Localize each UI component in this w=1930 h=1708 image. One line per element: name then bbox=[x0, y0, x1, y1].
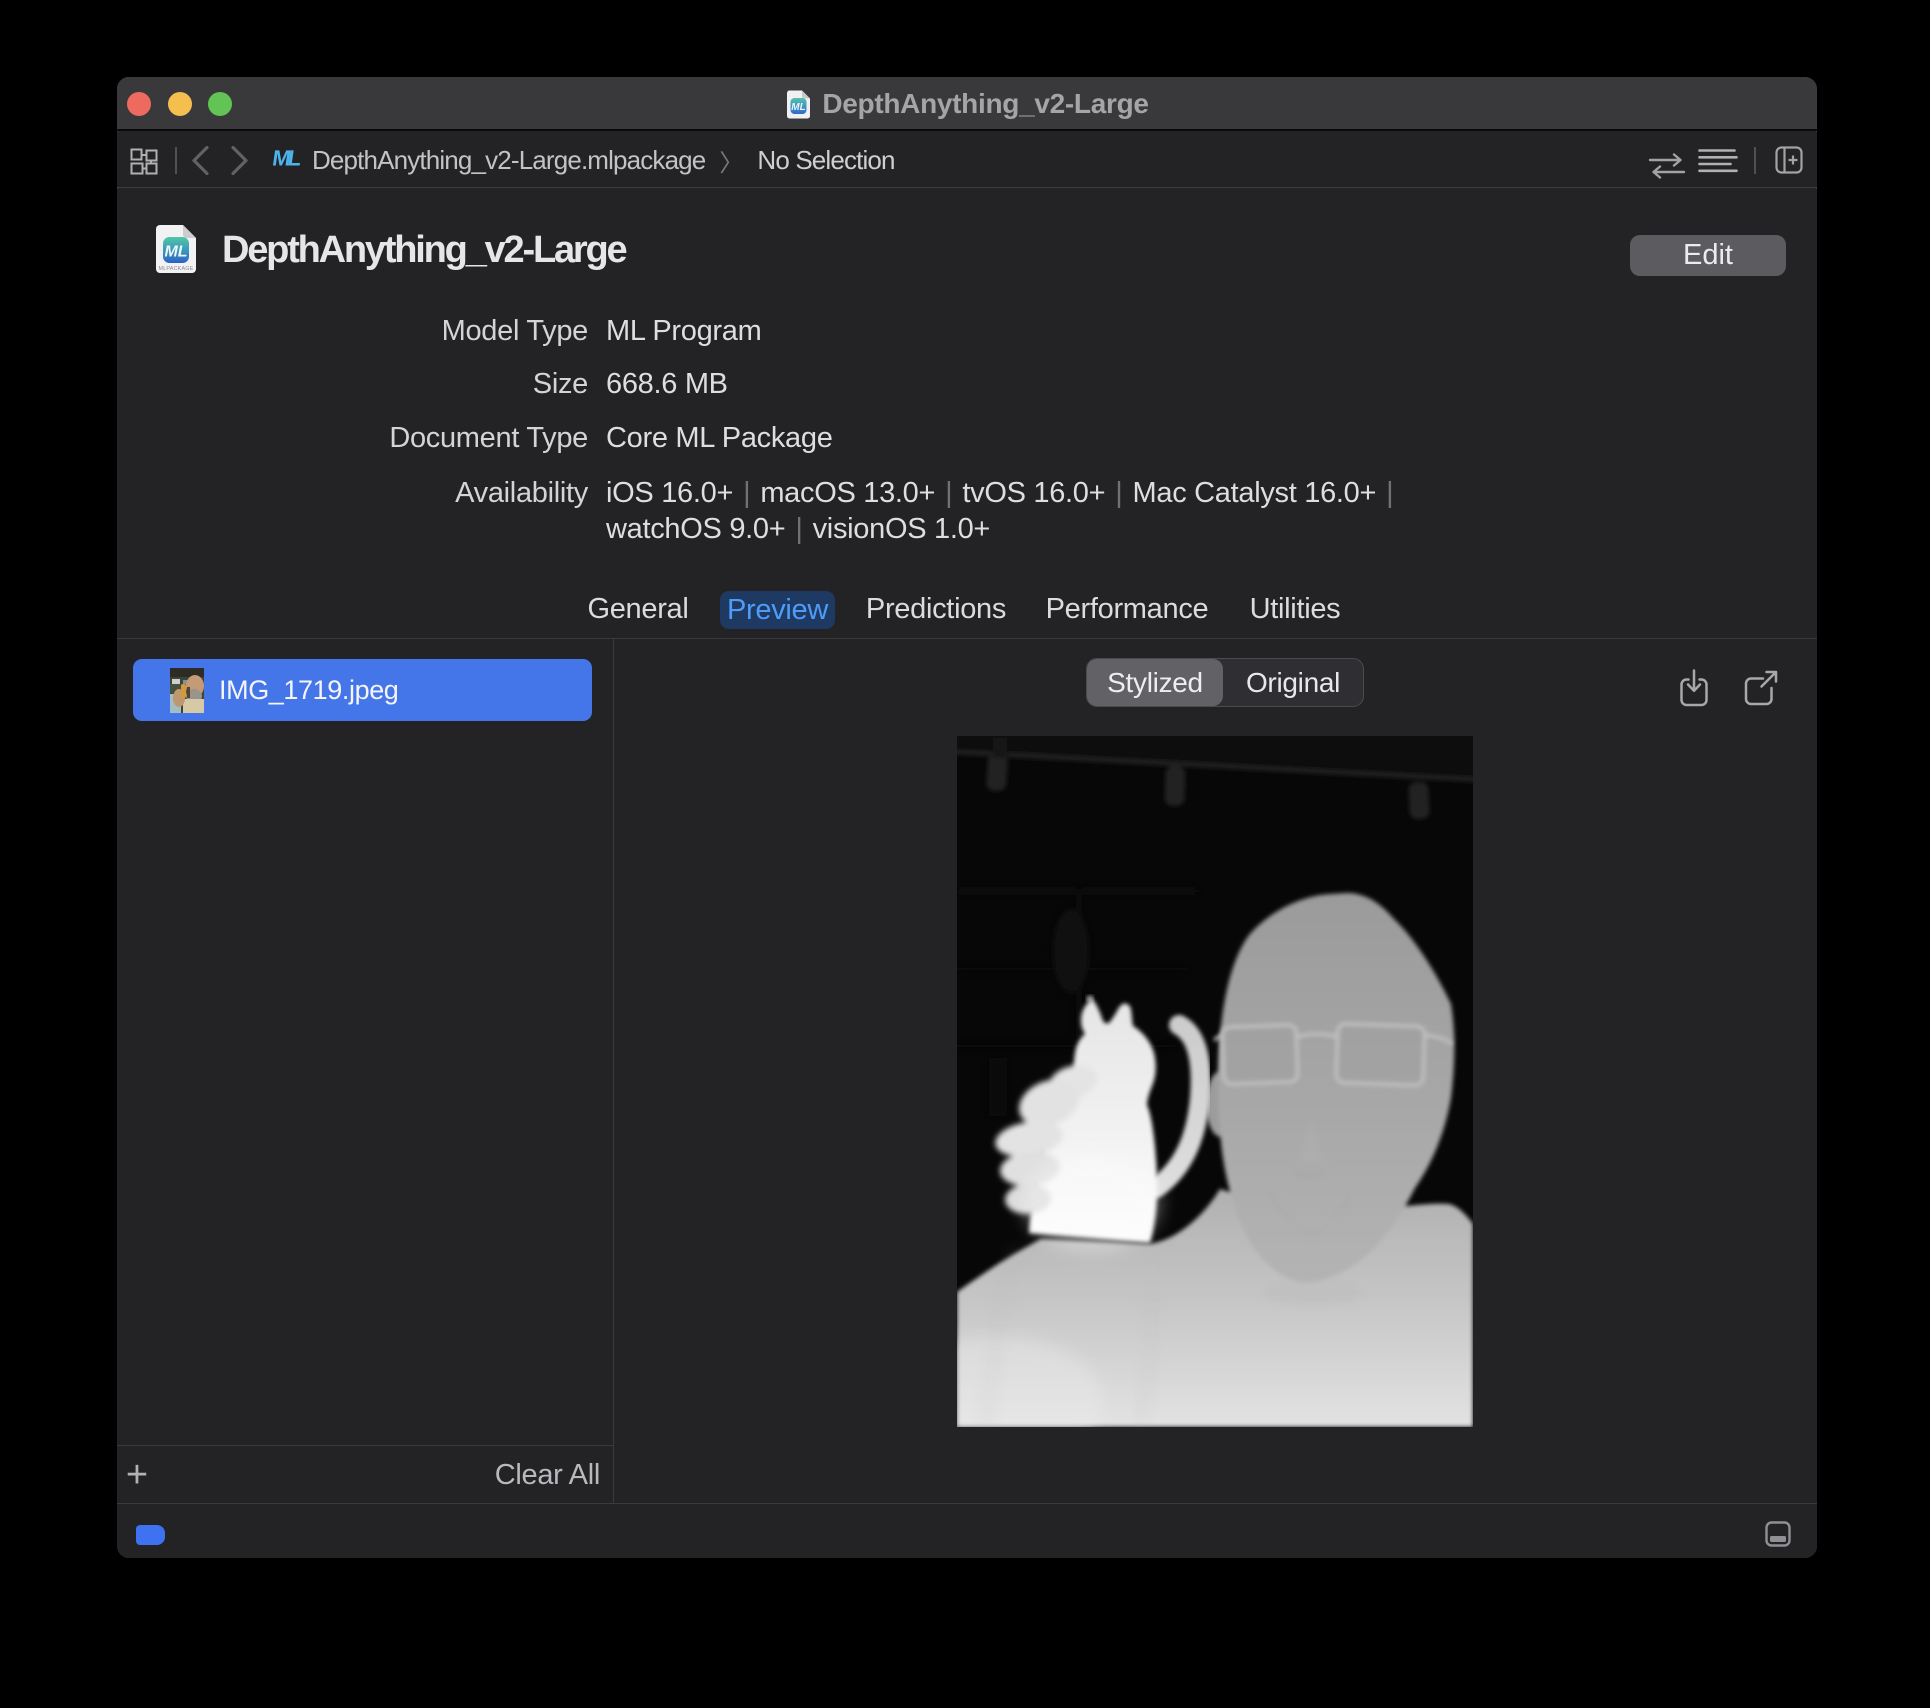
svg-text:ML: ML bbox=[271, 146, 303, 171]
svg-text:MLPACKAGE: MLPACKAGE bbox=[159, 266, 194, 272]
svg-text:ML: ML bbox=[792, 102, 806, 113]
svg-text:ML: ML bbox=[164, 244, 187, 261]
